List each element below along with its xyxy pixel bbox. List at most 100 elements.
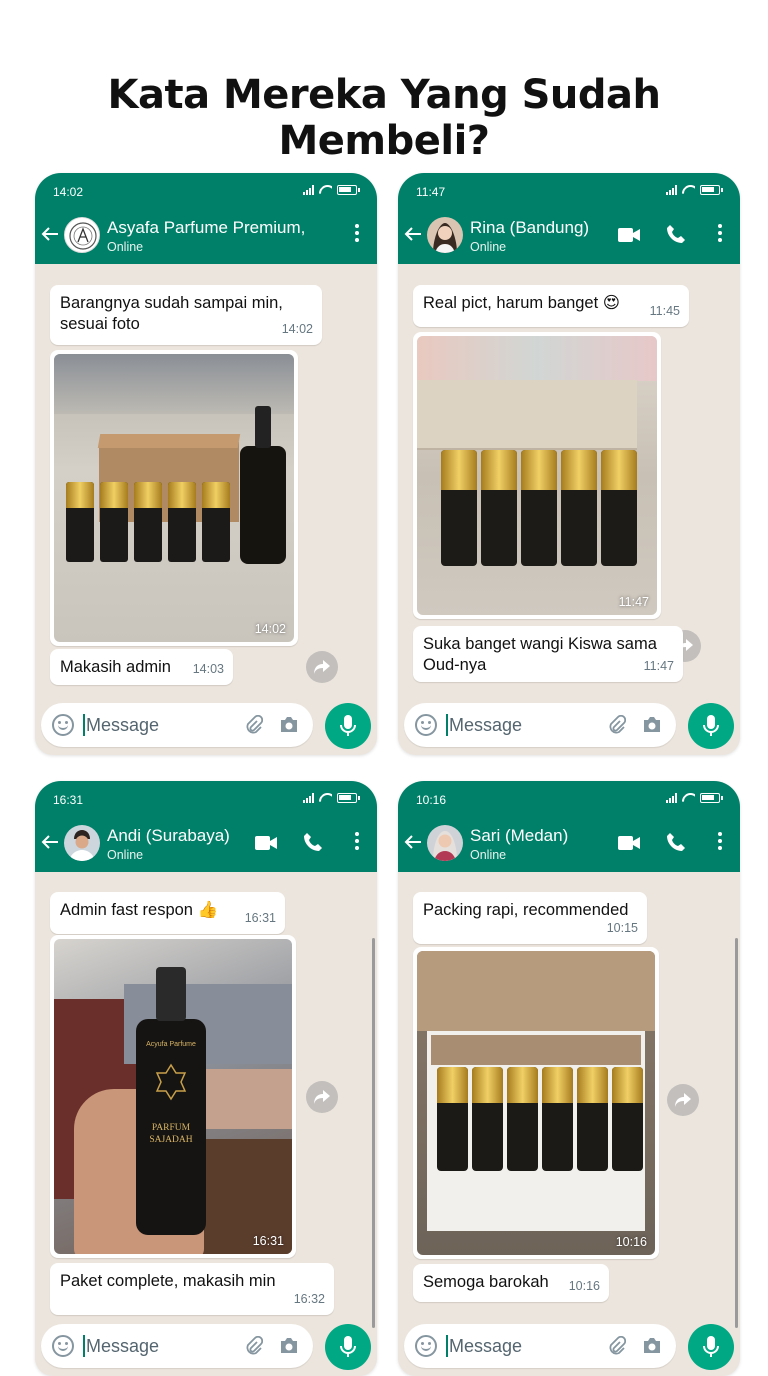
message-composer: Message — [41, 1324, 371, 1370]
forward-button[interactable] — [306, 651, 338, 683]
avatar[interactable] — [427, 217, 463, 253]
message-text: Paket complete, makasih min — [60, 1272, 276, 1290]
signal-icon — [666, 185, 677, 195]
emoji-icon[interactable] — [415, 1335, 437, 1357]
status-time: 10:16 — [416, 793, 447, 807]
message-bubble[interactable]: Makasih admin 14:03 — [50, 649, 233, 685]
camera-icon[interactable] — [279, 1337, 299, 1354]
scrollbar[interactable] — [372, 938, 375, 1328]
message-input[interactable]: Message — [83, 714, 159, 736]
phone-call-icon[interactable] — [666, 832, 686, 852]
message-composer: Message — [41, 703, 371, 749]
status-bar: 14:02 — [53, 185, 360, 201]
mic-button[interactable] — [325, 1324, 371, 1370]
scrollbar[interactable] — [735, 938, 738, 1328]
back-arrow-icon[interactable] — [41, 224, 63, 246]
back-arrow-icon[interactable] — [404, 832, 426, 854]
mic-icon — [703, 715, 719, 736]
attach-icon[interactable] — [243, 1336, 263, 1356]
message-bubble[interactable]: Packing rapi, recommended 10:15 — [413, 892, 647, 944]
chat-area: Real pict, harum banget 😍 11:45 11:47 Su… — [398, 264, 740, 755]
contact-name[interactable]: Asyafa Parfume Premium, — [107, 218, 305, 238]
spray-bottle: Acyufa Parfume PARFUM SAJADAH — [136, 967, 206, 1235]
forward-icon — [314, 660, 330, 674]
avatar[interactable] — [427, 825, 463, 861]
menu-dots-icon[interactable] — [718, 224, 722, 242]
battery-icon — [337, 185, 360, 195]
chat-header: 11:47 Rina (Bandung) Online — [398, 173, 740, 264]
chat-area: Admin fast respon 👍 16:31 Acyufa Parfume… — [35, 872, 377, 1376]
message-composer: Message — [404, 1324, 734, 1370]
forward-icon — [314, 1090, 330, 1104]
menu-dots-icon[interactable] — [355, 224, 359, 242]
wifi-icon — [319, 185, 332, 195]
message-bubble[interactable]: Barangnya sudah sampai min, sesuai foto … — [50, 285, 322, 345]
phone-call-icon[interactable] — [303, 832, 323, 852]
contact-name[interactable]: Sari (Medan) — [470, 826, 568, 846]
message-input[interactable]: Message — [446, 1335, 522, 1357]
message-input-pill[interactable]: Message — [41, 1324, 313, 1368]
product-photo: Acyufa Parfume PARFUM SAJADAH 16:31 — [54, 939, 292, 1254]
emoji-icon[interactable] — [52, 714, 74, 736]
message-input-pill[interactable]: Message — [404, 703, 676, 747]
message-time: 11:47 — [643, 659, 674, 673]
signal-icon — [303, 185, 314, 195]
message-text: Admin fast respon 👍 — [60, 901, 219, 919]
image-message[interactable]: 14:02 — [50, 350, 298, 646]
message-text: sesuai foto — [60, 315, 140, 333]
message-input[interactable]: Message — [446, 714, 522, 736]
contact-name[interactable]: Andi (Surabaya) — [107, 826, 230, 846]
message-bubble[interactable]: Real pict, harum banget 😍 11:45 — [413, 285, 689, 327]
chat-screen-sari: 10:16 Sari (Medan) Online Packing rapi, … — [398, 781, 740, 1376]
chat-area: Packing rapi, recommended 10:15 10:16 Se… — [398, 872, 740, 1376]
contact-status: Online — [470, 240, 507, 254]
camera-icon[interactable] — [279, 716, 299, 733]
avatar[interactable] — [64, 825, 100, 861]
forward-button[interactable] — [667, 1084, 699, 1116]
attach-icon[interactable] — [606, 715, 626, 735]
attach-icon[interactable] — [243, 715, 263, 735]
message-input[interactable]: Message — [83, 1335, 159, 1357]
phone-call-icon[interactable] — [666, 224, 686, 244]
battery-icon — [337, 793, 360, 803]
message-bubble[interactable]: Admin fast respon 👍 16:31 — [50, 892, 285, 934]
video-call-icon[interactable] — [618, 836, 640, 850]
mic-icon — [340, 715, 356, 736]
mic-button[interactable] — [325, 703, 371, 749]
emoji-icon[interactable] — [52, 1335, 74, 1357]
camera-icon[interactable] — [642, 1337, 662, 1354]
message-time: 10:15 — [606, 921, 638, 935]
attach-icon[interactable] — [606, 1336, 626, 1356]
message-input-pill[interactable]: Message — [41, 703, 313, 747]
status-bar: 10:16 — [416, 793, 723, 809]
camera-icon[interactable] — [642, 716, 662, 733]
message-text: Packing rapi, recommended — [423, 901, 629, 919]
back-arrow-icon[interactable] — [41, 832, 63, 854]
message-text: Suka banget wangi Kiswa sama — [423, 635, 657, 653]
video-call-icon[interactable] — [618, 228, 640, 242]
image-message[interactable]: 11:47 — [413, 332, 661, 619]
message-bubble[interactable]: Suka banget wangi Kiswa sama Oud-nya 11:… — [413, 626, 683, 682]
message-bubble[interactable]: Paket complete, makasih min 16:32 — [50, 1263, 334, 1315]
forward-icon — [675, 1093, 691, 1107]
video-call-icon[interactable] — [255, 836, 277, 850]
emoji-icon[interactable] — [415, 714, 437, 736]
back-arrow-icon[interactable] — [404, 224, 426, 246]
menu-dots-icon[interactable] — [718, 832, 722, 850]
forward-button[interactable] — [306, 1081, 338, 1113]
image-message[interactable]: 10:16 — [413, 947, 659, 1259]
menu-dots-icon[interactable] — [355, 832, 359, 850]
message-input-pill[interactable]: Message — [404, 1324, 676, 1368]
message-text: Real pict, harum banget 😍 — [423, 294, 620, 312]
message-bubble[interactable]: Semoga barokah 10:16 — [413, 1264, 609, 1302]
wifi-icon — [682, 185, 695, 195]
image-message[interactable]: Acyufa Parfume PARFUM SAJADAH 16:31 — [50, 935, 296, 1258]
contact-name[interactable]: Rina (Bandung) — [470, 218, 589, 238]
avatar[interactable] — [64, 217, 100, 253]
status-time: 14:02 — [53, 185, 84, 199]
battery-icon — [700, 793, 723, 803]
chat-screen-rina: 11:47 Rina (Bandung) Online Real pict, h… — [398, 173, 740, 755]
bottle-name: SAJADAH — [149, 1135, 193, 1145]
mic-button[interactable] — [688, 703, 734, 749]
mic-button[interactable] — [688, 1324, 734, 1370]
